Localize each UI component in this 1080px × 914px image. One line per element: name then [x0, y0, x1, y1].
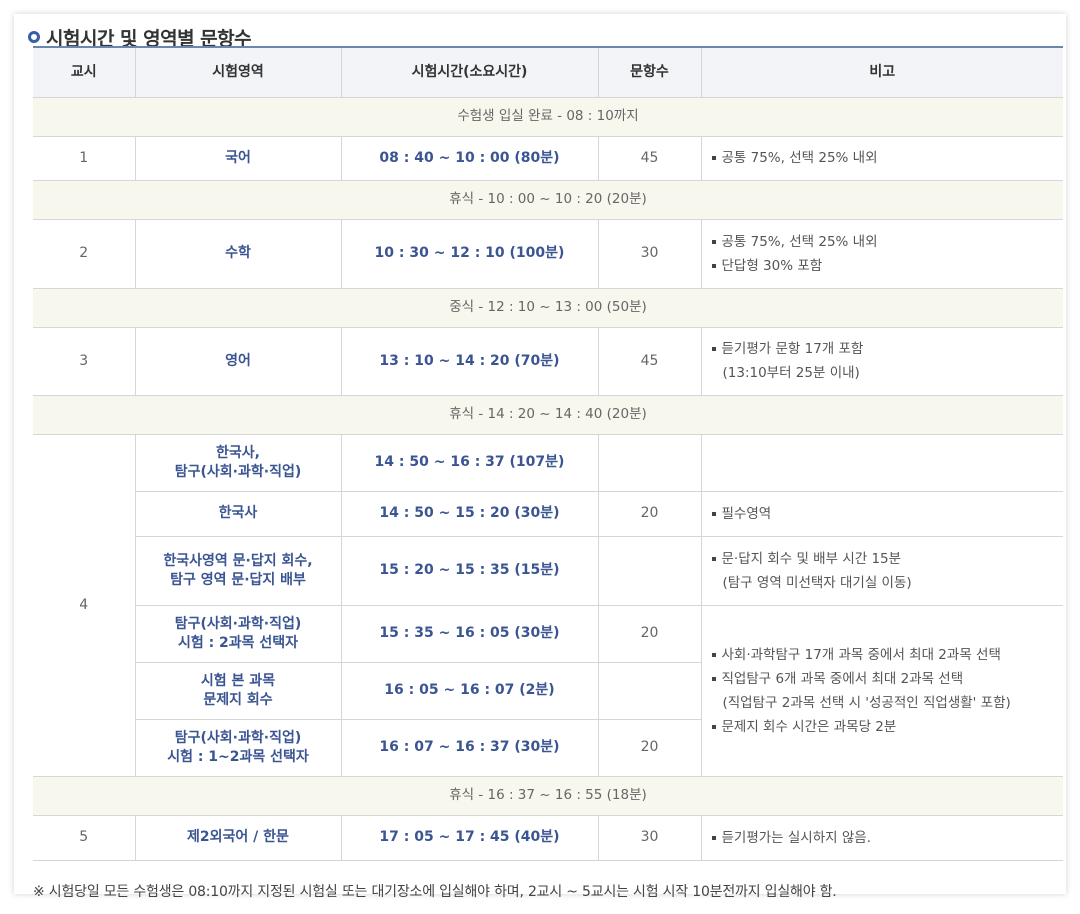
time-cell: 16 : 05 ~ 16 : 07 (2분)	[340, 661, 599, 720]
notes-cell: 공통 75%, 선택 25% 내외	[700, 135, 1064, 181]
count-cell: 20	[597, 604, 702, 663]
count-cell: 45	[597, 135, 702, 181]
period-cell: 5	[33, 814, 136, 861]
period-cell: 4	[33, 433, 136, 777]
break-row: 휴식 - 10 : 00 ~ 10 : 20 (20분)	[33, 179, 1063, 220]
time-cell: 17 : 05 ~ 17 : 45 (40분)	[340, 814, 599, 861]
table-row: 5 제2외국어 / 한문 17 : 05 ~ 17 : 45 (40분) 30 …	[33, 814, 1064, 861]
note-continuation: (탐구 영역 미선택자 대기실 이동)	[722, 574, 912, 591]
break-text: 휴식 - 14 : 20 ~ 14 : 40 (20분)	[33, 394, 1063, 435]
square-bullet-icon	[711, 347, 716, 351]
table-row: 탐구(사회·과학·직업) 시험 : 2과목 선택자 15 : 35 ~ 16 : …	[33, 604, 1063, 777]
note-item: 직업탐구 6개 과목 중에서 최대 2과목 선택	[711, 667, 1064, 691]
notes-cell: 필수영역	[700, 490, 1064, 537]
square-bullet-icon	[711, 263, 716, 268]
count-cell: 45	[597, 326, 702, 396]
header-subject: 시험영역	[134, 46, 342, 98]
time-cell: 15 : 20 ~ 15 : 35 (15분)	[340, 535, 599, 606]
notes-cell: 문·답지 회수 및 배부 시간 15분 (탐구 영역 미선택자 대기실 이동)	[700, 535, 1064, 606]
subject-cell: 탐구(사회·과학·직업) 시험 : 2과목 선택자	[135, 604, 342, 663]
table-row: 4 한국사, 탐구(사회·과학·직업) 14 : 50 ~ 16 : 37 (10…	[33, 433, 1063, 777]
square-bullet-icon	[711, 511, 716, 516]
period-cell: 1	[33, 135, 136, 181]
header-count: 문항수	[597, 46, 702, 98]
lunch-row: 중식 - 12 : 10 ~ 13 : 00 (50분)	[33, 287, 1063, 328]
table-row: 한국사영역 문·답지 회수, 탐구 영역 문·답지 배부 15 : 20 ~ 15…	[33, 535, 1064, 606]
note-item: 사회·과학탐구 17개 과목 중에서 최대 2과목 선택	[711, 643, 1064, 667]
count-cell: 20	[597, 490, 702, 537]
note-item: 듣기평가는 실시하지 않음.	[711, 826, 1064, 850]
time-cell: 14 : 50 ~ 16 : 37 (107분)	[340, 433, 599, 492]
period-cell: 3	[33, 326, 136, 396]
table-row: 3 영어 13 : 10 ~ 14 : 20 (70분) 45 듣기평가 문항 …	[33, 326, 1064, 396]
table-row: 2 수학 10 : 30 ~ 12 : 10 (100분) 30 공통 75%,…	[33, 218, 1064, 289]
subject-cell: 한국사, 탐구(사회·과학·직업)	[134, 433, 342, 492]
table-row: 1 국어 08 : 40 ~ 10 : 00 (80분) 45 공통 75%, …	[33, 135, 1064, 181]
note-continuation: (직업탐구 2과목 선택 시 '성공적인 직업생활' 포함)	[722, 694, 1011, 711]
subject-cell: 탐구(사회·과학·직업) 시험 : 1~2과목 선택자	[135, 718, 342, 777]
count-cell	[597, 535, 702, 606]
subject-cell: 영어	[134, 326, 342, 396]
notes-cell: 듣기평가 문항 17개 포함 (13:10부터 25분 이내)	[700, 326, 1064, 396]
lunch-text: 중식 - 12 : 10 ~ 13 : 00 (50분)	[33, 287, 1063, 328]
count-cell: 30	[597, 218, 702, 289]
note-continuation: (13:10부터 25분 이내)	[722, 365, 860, 381]
checkin-row: 수험생 입실 완료 - 08 : 10까지	[33, 96, 1063, 137]
square-bullet-icon	[711, 556, 716, 561]
square-bullet-icon	[711, 676, 716, 681]
time-cell: 08 : 40 ~ 10 : 00 (80분)	[340, 135, 599, 181]
square-bullet-icon	[711, 156, 716, 160]
note-item: 단답형 30% 포함	[711, 254, 1064, 278]
period-cell: 2	[33, 218, 136, 289]
count-cell	[597, 661, 701, 720]
square-bullet-icon	[711, 724, 716, 729]
table-row: 한국사 14 : 50 ~ 15 : 20 (30분) 20 필수영역	[33, 490, 1064, 537]
count-cell	[597, 433, 702, 492]
count-cell: 30	[597, 814, 702, 861]
square-bullet-icon	[711, 652, 716, 657]
time-cell: 15 : 35 ~ 16 : 05 (30분)	[340, 604, 599, 663]
note-item: 필수영역	[711, 502, 1064, 526]
time-cell: 10 : 30 ~ 12 : 10 (100분)	[340, 218, 599, 289]
square-bullet-icon	[711, 239, 716, 244]
time-cell: 16 : 07 ~ 16 : 37 (30분)	[340, 718, 599, 777]
break-row: 휴식 - 14 : 20 ~ 14 : 40 (20분)	[33, 394, 1063, 435]
note-item: 문제지 회수 시간은 과목당 2분	[711, 715, 1064, 739]
count-cell: 20	[597, 718, 701, 777]
subject-cell: 시험 본 과목 문제지 회수	[135, 661, 342, 720]
note-item: 듣기평가 문항 17개 포함	[711, 337, 1064, 361]
time-cell: 13 : 10 ~ 14 : 20 (70분)	[340, 326, 599, 396]
subject-cell: 제2외국어 / 한문	[134, 814, 342, 861]
note-item: 공통 75%, 선택 25% 내외	[711, 146, 1064, 170]
note-item: 문·답지 회수 및 배부 시간 15분	[711, 547, 1064, 571]
notes-cell: 사회·과학탐구 17개 과목 중에서 최대 2과목 선택 직업탐구 6개 과목 …	[700, 604, 1064, 777]
header-period: 교시	[33, 46, 136, 98]
header-time: 시험시간(소요시간)	[340, 46, 599, 98]
notes-cell: 공통 75%, 선택 25% 내외 단답형 30% 포함	[700, 218, 1064, 289]
break-text: 휴식 - 16 : 37 ~ 16 : 55 (18분)	[33, 775, 1063, 816]
note-item: 공통 75%, 선택 25% 내외	[711, 230, 1064, 254]
notes-cell	[700, 433, 1063, 492]
checkin-text: 수험생 입실 완료 - 08 : 10까지	[33, 96, 1063, 137]
footnote: ※ 시험당일 모든 수험생은 08:10까지 지정된 시험실 또는 대기장소에 …	[33, 884, 837, 900]
break-text: 휴식 - 10 : 00 ~ 10 : 20 (20분)	[33, 179, 1063, 220]
time-cell: 14 : 50 ~ 15 : 20 (30분)	[340, 490, 599, 537]
circle-bullet-icon	[28, 31, 40, 43]
subject-cell: 국어	[134, 135, 342, 181]
square-bullet-icon	[711, 835, 716, 840]
subject-cell: 수학	[134, 218, 342, 289]
table-header-row: 교시 시험영역 시험시간(소요시간) 문항수 비고	[33, 46, 1063, 98]
subject-cell: 한국사영역 문·답지 회수, 탐구 영역 문·답지 배부	[135, 535, 342, 606]
break-row: 휴식 - 16 : 37 ~ 16 : 55 (18분)	[33, 775, 1063, 816]
exam-schedule-table: 교시 시험영역 시험시간(소요시간) 문항수 비고 수험생 입실 완료 - 08…	[33, 46, 1063, 861]
subject-cell: 한국사	[135, 490, 342, 537]
notes-cell: 듣기평가는 실시하지 않음.	[700, 814, 1064, 861]
header-notes: 비고	[700, 46, 1063, 98]
